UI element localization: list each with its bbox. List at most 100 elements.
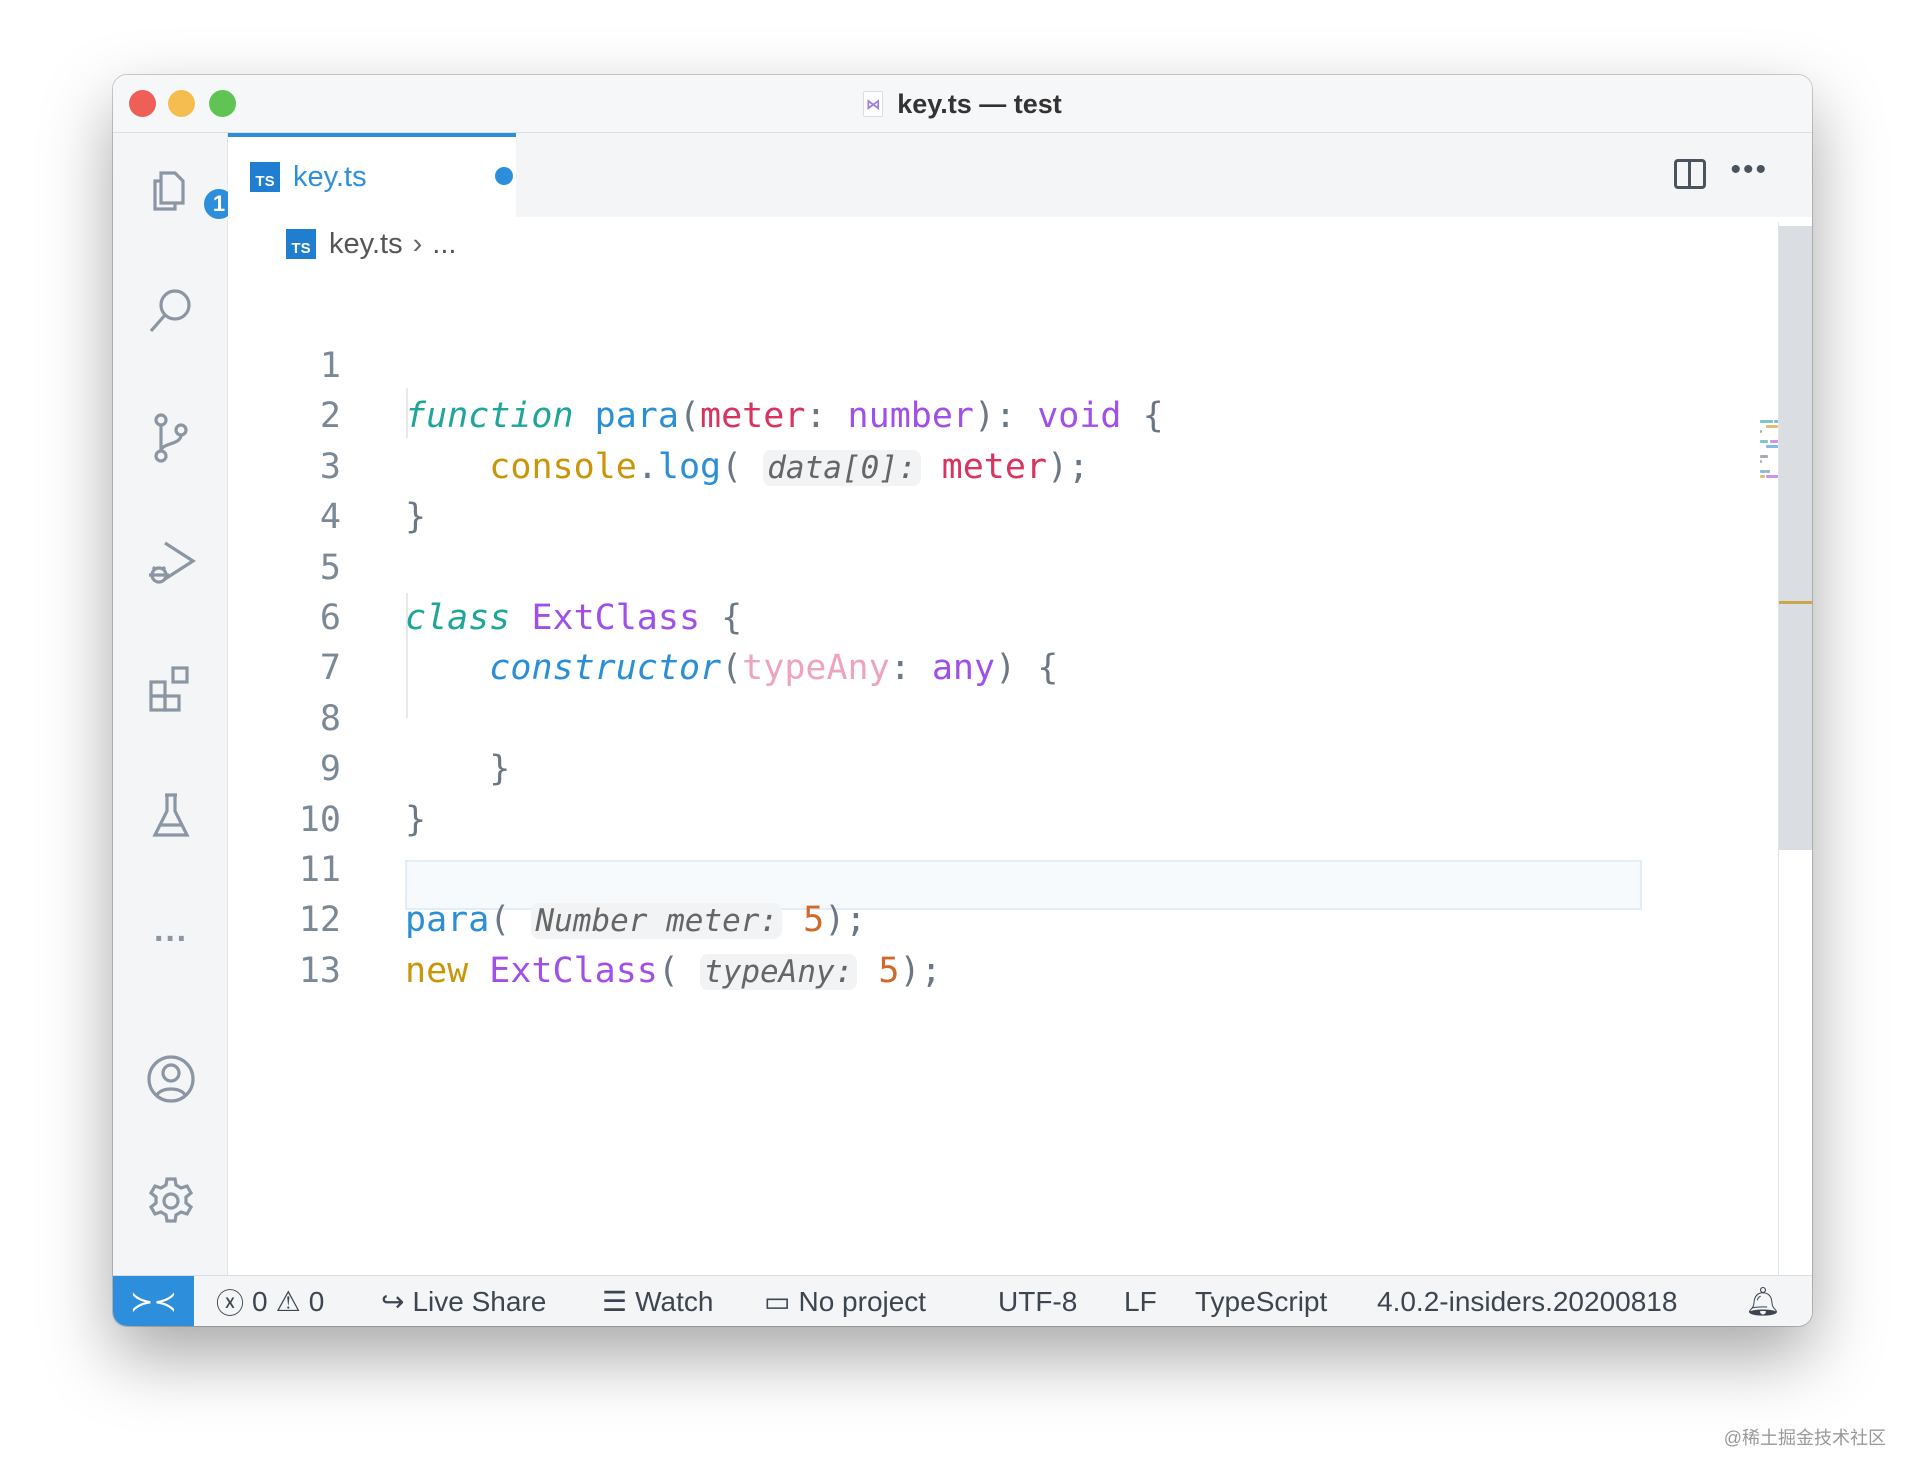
code-editor[interactable]: 1 2 function para(meter: number): void {3 … [228, 268, 1812, 1275]
code-token: ( [721, 446, 764, 487]
code-line[interactable]: 9 } [228, 744, 1778, 794]
settings-gear-icon[interactable] [143, 1173, 199, 1229]
line-number: 3 [319, 446, 341, 487]
code-token: 5 [803, 900, 825, 941]
code-token: para [594, 396, 679, 437]
code-token: new [405, 950, 469, 991]
line-number: 11 [298, 850, 341, 890]
code-token: } [405, 799, 427, 840]
notifications-bell-icon[interactable]: 🔔︎ [1745, 1276, 1781, 1326]
line-number: 1 [319, 346, 341, 386]
watermark: @稀土掘金技术社区 [1723, 1428, 1886, 1448]
scrollbar-thumb[interactable] [1779, 226, 1812, 850]
code-token: void [1037, 396, 1122, 437]
inlay-hint: data[0]: [763, 449, 921, 486]
inlay-hint: typeAny: [700, 953, 858, 990]
more-actions-icon[interactable]: ••• [1730, 153, 1768, 187]
breadcrumb: TS key.ts › ... [228, 217, 1812, 271]
explorer-icon[interactable]: 1 [143, 161, 237, 222]
code-line[interactable]: 8 [228, 694, 1778, 744]
remote-icon[interactable]: ≻≺ [113, 1276, 194, 1326]
list-icon: ☰ [602, 1286, 628, 1317]
chevron-right-icon: › [412, 227, 423, 260]
line-code: function para(meter: number): void { [405, 391, 1164, 441]
project-status[interactable]: ▭ No project [764, 1276, 926, 1326]
inlay-hint: Number meter: [531, 903, 783, 940]
title-bar: ⋈ key.ts — test [113, 75, 1812, 133]
code-token: ) { [995, 648, 1059, 689]
tab-bar: TS key.ts ••• [228, 133, 1812, 217]
code-token: any [931, 648, 996, 689]
code-token: number [847, 396, 974, 437]
source-control-icon[interactable] [143, 410, 199, 466]
watch-status[interactable]: ☰ Watch [602, 1276, 713, 1326]
tab-key-ts[interactable]: TS key.ts [228, 133, 516, 217]
line-code: constructor(typeAny: any) { [405, 643, 1058, 693]
split-editor-icon[interactable] [1674, 159, 1706, 189]
code-line[interactable]: 3 console.log( data[0]: meter); [228, 442, 1778, 492]
unsaved-dot-icon[interactable] [495, 167, 513, 185]
eol-status[interactable]: LF [1124, 1276, 1157, 1326]
extensions-icon[interactable] [143, 660, 199, 716]
testing-icon[interactable] [143, 787, 199, 843]
code-token: ); [824, 900, 867, 941]
more-icon[interactable]: ··· [143, 911, 199, 967]
typescript-file-icon: TS [286, 229, 316, 259]
code-line[interactable]: 7 constructor(typeAny: any) { [228, 643, 1778, 693]
typescript-file-icon: TS [250, 162, 280, 192]
code-line[interactable]: 1 [228, 341, 1778, 391]
code-line[interactable]: 12 para( Number meter: 5); [228, 895, 1778, 945]
activity-bar: 1 ··· [113, 133, 237, 1275]
run-debug-icon[interactable] [143, 535, 199, 591]
line-code: } [405, 795, 426, 845]
code-line[interactable]: 4} [228, 492, 1778, 542]
code-token: ExtClass [531, 598, 701, 638]
code-token: } [405, 749, 511, 790]
line-number: 6 [319, 598, 341, 638]
code-token: function [405, 396, 574, 437]
line-code: } [405, 492, 426, 542]
live-share-status[interactable]: ↪ Live Share [381, 1276, 546, 1326]
code-token: meter [941, 446, 1048, 487]
language-status[interactable]: TypeScript [1195, 1276, 1327, 1326]
search-icon[interactable] [143, 283, 199, 339]
status-bar: ≻≺ ⓧ 0 ⚠ 0 ↪ Live Share ☰ Watch ▭ No project U… [113, 1275, 1812, 1326]
line-number: 7 [319, 648, 341, 689]
error-icon: ⓧ [216, 1287, 245, 1319]
code-line[interactable]: 6 class ExtClass { [228, 593, 1778, 643]
breadcrumb-file[interactable]: key.ts [329, 228, 403, 261]
code-line[interactable]: 2 function para(meter: number): void { [228, 391, 1778, 441]
code-token: { [1121, 396, 1164, 437]
code-token: ): [973, 396, 1038, 437]
code-token: ( [721, 648, 743, 689]
code-token: ); [899, 950, 942, 991]
accounts-icon[interactable] [143, 1051, 199, 1107]
warning-icon: ⚠ [275, 1286, 301, 1317]
ts-version-status[interactable]: 4.0.2-insiders.20200818 [1377, 1276, 1677, 1326]
encoding-status[interactable]: UTF-8 [998, 1276, 1077, 1326]
code-line[interactable]: 13 new ExtClass( typeAny: 5); [228, 946, 1778, 996]
line-code: new ExtClass( typeAny: 5); [405, 946, 942, 997]
problems-status[interactable]: ⓧ 0 ⚠ 0 [216, 1276, 324, 1326]
breadcrumb-symbols[interactable]: ... [432, 228, 456, 261]
scrollbar-marker [1779, 601, 1812, 604]
code-token: : [889, 648, 932, 689]
tab-label: key.ts [293, 160, 367, 193]
code-line[interactable]: 5 [228, 543, 1778, 593]
code-token: ExtClass [489, 950, 658, 991]
vertical-scrollbar[interactable] [1778, 222, 1812, 1275]
code-token: constructor [489, 648, 722, 689]
code-token: ); [1047, 446, 1090, 487]
code-line[interactable]: 11 [228, 845, 1778, 895]
code-line[interactable]: 10} [228, 795, 1778, 845]
line-number: 5 [319, 547, 341, 588]
line-code: console.log( data[0]: meter); [405, 442, 1089, 493]
folder-icon: ▭ [764, 1286, 791, 1317]
code-token: log [657, 446, 722, 487]
